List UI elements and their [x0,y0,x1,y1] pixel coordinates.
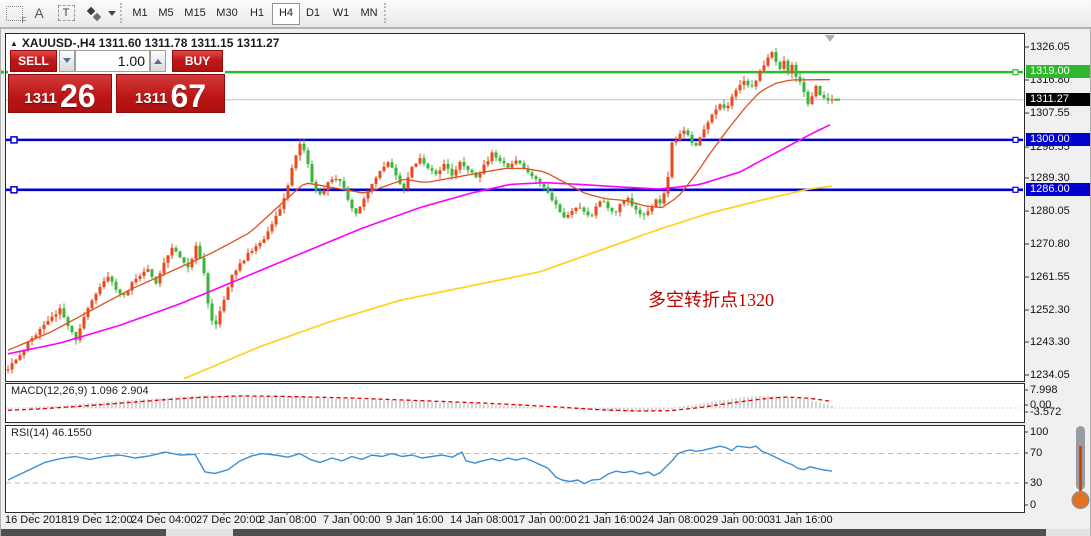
buy-button[interactable]: BUY [172,50,223,72]
timeframe-D1[interactable]: D1 [300,3,326,23]
chart-annotation-text: 多空转折点1320 [648,290,774,310]
text-tool-icon[interactable]: A [28,3,50,23]
thermometer-widget[interactable] [1068,424,1091,516]
price-axis-label: 1252.30 [1030,304,1070,316]
volume-increase-button[interactable] [150,50,166,72]
bottom-status-strip [0,529,1091,536]
price-axis-label: 1280.05 [1030,205,1070,217]
sell-price-main: 1311 [24,90,57,107]
macd-panel[interactable] [5,383,1025,423]
rsi-indicator-label: RSI(14) 46.1550 [11,427,92,439]
date-axis-label: 17 Jan 00:00 [513,514,577,526]
timeframe-M1[interactable]: M1 [128,3,152,23]
timeframe-M15[interactable]: M15 [180,3,210,23]
date-axis-label: 31 Jan 16:00 [769,514,833,526]
price-badge-1311.27: 1311.27 [1026,93,1091,106]
timeframe-W1[interactable]: W1 [328,3,354,23]
window-left-edge [0,28,1,536]
date-axis-label: 7 Jan 00:00 [323,514,381,526]
macd-axis-label: 7.998 [1030,384,1058,396]
price-badge-1300.00: 1300.00 [1026,133,1091,146]
price-axis-label: 1270.80 [1030,238,1070,250]
price-axis-label: 1326.05 [1030,41,1070,53]
date-axis-label: 24 Jan 08:00 [642,514,706,526]
volume-decrease-button[interactable] [59,50,75,72]
grid-settings-icon[interactable]: F [3,3,27,25]
price-axis-label: 1234.05 [1030,369,1070,381]
date-axis-label: 29 Jan 00:00 [706,514,770,526]
timeframe-H1[interactable]: H1 [244,3,270,23]
timeframe-H4[interactable]: H4 [272,3,300,25]
sell-price-button[interactable]: 1311 26 [8,74,112,113]
buy-price-main: 1311 [134,90,168,107]
price-axis-label: 1243.30 [1030,336,1070,348]
thermometer-bulb [1071,490,1090,510]
date-axis-label: 2 Jan 08:00 [259,514,317,526]
text-label-tool-icon[interactable]: T [54,3,78,23]
toolbar-separator [120,3,122,23]
price-badge-1286.00: 1286.00 [1026,183,1091,196]
toolbar: F A T M1 M5 M15 M30 H1 H4 D1 W1 MN [0,0,1091,29]
buy-price-pips: 67 [170,77,207,114]
date-axis-label: 24 Dec 04:00 [131,514,197,526]
buy-price-button[interactable]: 1311 67 [116,74,225,113]
macd-axis-label: -3.572 [1030,406,1062,418]
one-click-trade-panel: SELL BUY 1311 26 1311 67 [8,48,225,113]
arrows-dropdown-caret[interactable] [106,3,118,23]
date-axis-label: 14 Jan 08:00 [450,514,514,526]
rsi-axis-label: 70 [1030,447,1043,459]
timeframe-MN[interactable]: MN [356,3,382,23]
timeframe-M5[interactable]: M5 [154,3,178,23]
macd-indicator-label: MACD(12,26,9) 1.096 2.904 [11,385,149,397]
date-axis-label: 16 Dec 2018 [5,514,68,526]
sell-button[interactable]: SELL [10,50,57,72]
chart-shift-marker[interactable] [825,35,835,47]
price-axis-label: 1261.55 [1030,271,1070,283]
date-axis-label: 21 Jan 16:00 [578,514,642,526]
sell-price-pips: 26 [59,77,96,114]
date-axis-label: 9 Jan 16:00 [386,514,444,526]
rsi-axis-label: 100 [1030,426,1049,438]
status-strip-segment [0,529,166,536]
timeframe-M30[interactable]: M30 [212,3,242,23]
rsi-axis-label: 30 [1030,477,1043,489]
caret-up-icon [154,55,162,64]
date-axis-label: 19 Dec 12:00 [67,514,133,526]
rsi-axis-label: 0 [1030,499,1037,511]
status-strip-segment [233,529,1046,536]
toolbar-separator [384,3,386,23]
arrows-tool-icon[interactable] [84,3,104,23]
volume-input[interactable] [75,50,150,72]
price-badge-1319.00: 1319.00 [1026,65,1091,78]
caret-down-icon [63,58,71,67]
price-axis-label: 1307.55 [1030,107,1070,119]
collapse-arrow-icon[interactable]: ▲ [10,39,18,48]
rsi-panel[interactable] [5,425,1025,513]
date-axis-label: 27 Dec 20:00 [196,514,262,526]
thermometer-mercury [1079,446,1082,494]
